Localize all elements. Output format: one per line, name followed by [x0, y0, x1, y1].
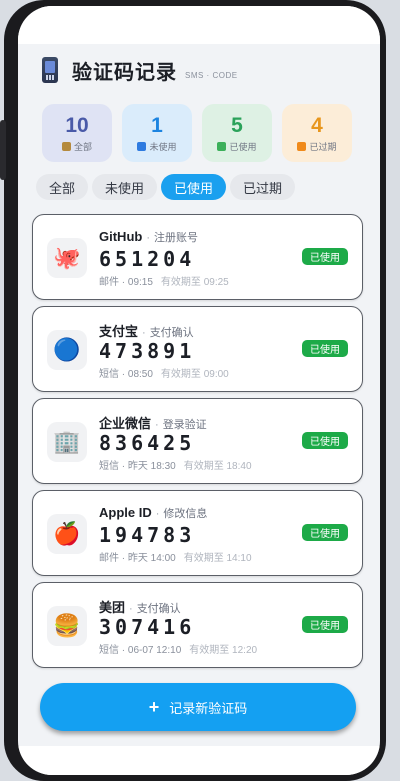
app-screen: 验证码记录 SMS · CODE 10 全部 1 未使用 5 已使用 4 已过期… [18, 6, 380, 775]
tab-used[interactable]: 已使用 [161, 174, 227, 200]
item-name: 美团 [99, 600, 126, 615]
clipboard-icon [61, 141, 71, 151]
bottom-bar [18, 746, 380, 775]
tab-unused[interactable]: 未使用 [92, 174, 158, 200]
list-item[interactable]: 🍎 Apple ID · 修改信息 194783 邮件 · 昨天 14:00 有效… [32, 490, 363, 576]
item-source: 短信 · 昨天 18:30 [99, 461, 176, 472]
item-purpose: 支付确认 [136, 603, 181, 615]
stats-row: 10 全部 1 未使用 5 已使用 4 已过期 [42, 104, 352, 162]
separator-dot: · [155, 508, 160, 520]
phone-side-button [0, 120, 6, 180]
item-title-row: GitHub · 注册账号 [99, 229, 198, 245]
status-badge: 已使用 [302, 524, 348, 541]
status-badge: 已使用 [302, 248, 348, 265]
apple-icon: 🍎 [47, 514, 87, 554]
stat-card-used[interactable]: 5 已使用 [202, 104, 272, 162]
code-list: 🐙 GitHub · 注册账号 651204 邮件 · 09:15 有效期至 09… [32, 214, 363, 674]
plus-icon: + [148, 697, 160, 717]
item-title-row: Apple ID · 修改信息 [99, 505, 207, 521]
item-source: 邮件 · 昨天 14:00 [99, 553, 176, 564]
separator-dot: · [146, 232, 150, 244]
item-meta: 短信 · 08:50 有效期至 09:00 [99, 365, 229, 380]
item-expiry: 有效期至 12:20 [189, 645, 258, 656]
item-meta: 短信 · 06-07 12:10 有效期至 12:20 [99, 641, 257, 656]
stat-card-expired[interactable]: 4 已过期 [282, 104, 352, 162]
item-meta: 短信 · 昨天 18:30 有效期至 18:40 [99, 457, 252, 472]
filter-tabs: 全部 未使用 已使用 已过期 [36, 174, 296, 200]
item-title-row: 企业微信 · 登录验证 [99, 413, 207, 432]
stat-count: 10 [65, 113, 89, 137]
status-badge: 已使用 [302, 432, 348, 449]
page-title: 验证码记录 [72, 61, 177, 84]
stat-label: 已使用 [229, 141, 257, 152]
app-header: 验证码记录 SMS · CODE [18, 44, 380, 96]
octopus-icon: 🐙 [47, 238, 87, 278]
stat-label-row: 已使用 [217, 140, 257, 153]
stat-label: 全部 [73, 141, 92, 152]
stat-label: 未使用 [149, 141, 177, 152]
verification-code[interactable]: 307416 [99, 615, 195, 639]
separator-dot: · [155, 419, 159, 431]
item-source: 邮件 · 09:15 [99, 277, 153, 288]
status-badge: 已使用 [302, 616, 348, 633]
green-square-icon [217, 141, 227, 151]
item-source: 短信 · 06-07 12:10 [99, 645, 182, 656]
verification-code[interactable]: 194783 [99, 523, 195, 547]
item-name: GitHub [99, 229, 143, 244]
status-bar [18, 6, 380, 44]
stat-count: 1 [151, 113, 163, 137]
separator-dot: · [142, 327, 146, 339]
item-meta: 邮件 · 09:15 有效期至 09:25 [99, 273, 229, 288]
item-name: 支付宝 [99, 324, 139, 339]
list-item[interactable]: 🍔 美团 · 支付确认 307416 短信 · 06-07 12:10 有效期至 … [32, 582, 363, 668]
burger-icon: 🍔 [47, 606, 87, 646]
list-item[interactable]: 🏢 企业微信 · 登录验证 836425 短信 · 昨天 18:30 有效期至 1… [32, 398, 363, 484]
stat-label-row: 已过期 [297, 140, 337, 153]
tab-expired[interactable]: 已过期 [230, 174, 296, 200]
separator-dot: · [129, 603, 133, 615]
item-meta: 邮件 · 昨天 14:00 有效期至 14:10 [99, 549, 252, 564]
item-expiry: 有效期至 14:10 [183, 553, 252, 564]
item-title-row: 美团 · 支付确认 [99, 597, 181, 616]
stat-card-unused[interactable]: 1 未使用 [122, 104, 192, 162]
item-purpose: 支付确认 [149, 327, 194, 339]
item-name: Apple ID [99, 505, 152, 520]
blue-square-icon [137, 141, 147, 151]
stat-count: 5 [231, 113, 243, 137]
item-purpose: 修改信息 [163, 508, 208, 520]
list-item[interactable]: 🐙 GitHub · 注册账号 651204 邮件 · 09:15 有效期至 09… [32, 214, 363, 300]
item-expiry: 有效期至 18:40 [183, 461, 252, 472]
item-purpose: 注册账号 [154, 232, 198, 244]
stat-label-row: 全部 [61, 140, 92, 153]
stat-label: 已过期 [309, 141, 337, 152]
item-source: 短信 · 08:50 [99, 369, 153, 380]
office-building-icon: 🏢 [47, 422, 87, 462]
phone-icon [42, 57, 58, 83]
blue-circle-icon: 🔵 [47, 330, 87, 370]
list-item[interactable]: 🔵 支付宝 · 支付确认 473891 短信 · 08:50 有效期至 09:00… [32, 306, 363, 392]
orange-square-icon [297, 141, 307, 151]
page-subtitle: SMS · CODE [185, 70, 238, 80]
add-code-label: 记录新验证码 [169, 700, 248, 716]
stat-label-row: 未使用 [137, 140, 177, 153]
verification-code[interactable]: 473891 [99, 339, 195, 363]
add-code-button[interactable]: + 记录新验证码 [40, 683, 356, 731]
item-expiry: 有效期至 09:25 [160, 277, 229, 288]
tab-all[interactable]: 全部 [36, 174, 89, 200]
verification-code[interactable]: 836425 [99, 431, 195, 455]
item-expiry: 有效期至 09:00 [160, 369, 229, 380]
stat-card-all[interactable]: 10 全部 [42, 104, 112, 162]
stat-count: 4 [311, 113, 323, 137]
status-badge: 已使用 [302, 340, 348, 357]
verification-code[interactable]: 651204 [99, 247, 195, 271]
item-title-row: 支付宝 · 支付确认 [99, 321, 194, 340]
item-name: 企业微信 [99, 416, 152, 431]
item-purpose: 登录验证 [162, 419, 207, 431]
